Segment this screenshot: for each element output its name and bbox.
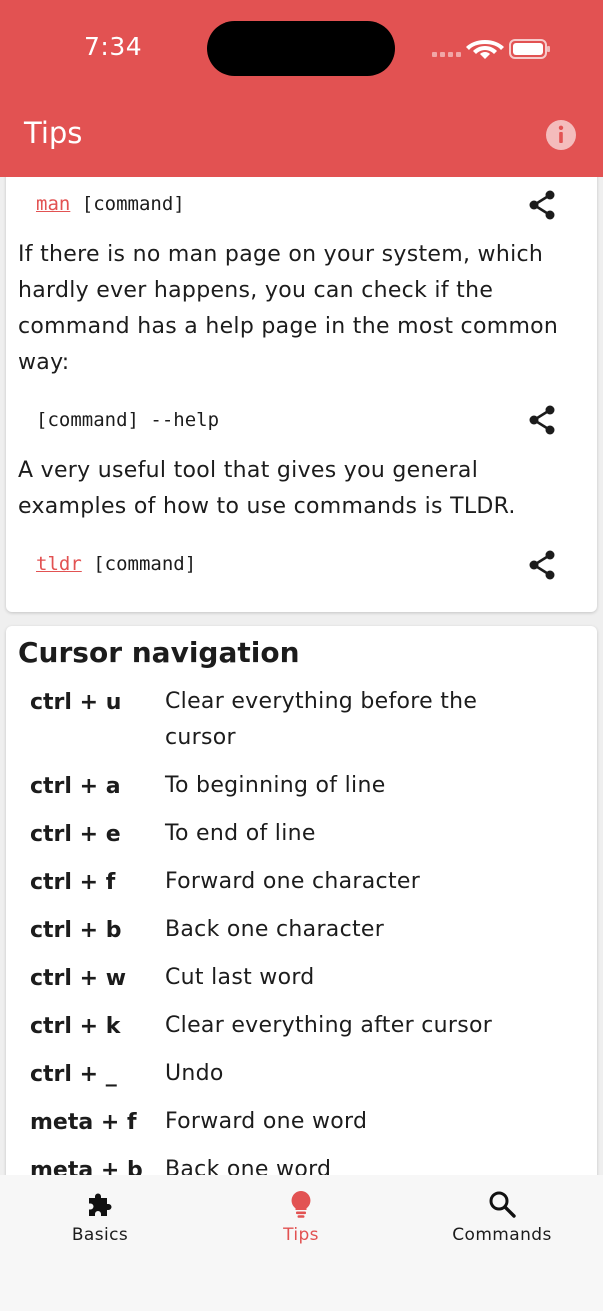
content-scroll[interactable]: man [command] If there is no man page on…	[0, 177, 603, 1175]
battery-icon	[509, 39, 550, 59]
share-icon[interactable]	[526, 189, 558, 221]
signal-icon	[432, 52, 461, 57]
shortcut-description: Clear everything before the cursor	[165, 689, 478, 750]
shortcut-key: meta + f	[30, 1110, 137, 1135]
shortcut-key: ctrl + b	[30, 918, 122, 943]
nav-item-basics[interactable]: Basics	[30, 1189, 170, 1245]
shortcut-key: ctrl + u	[30, 690, 122, 715]
search-icon	[489, 1191, 516, 1218]
wifi-icon	[466, 40, 504, 59]
shortcut-description: Back one character	[165, 917, 385, 942]
man-command-arg: [command]	[81, 193, 185, 215]
app-bar: 7:34 Tips	[0, 0, 603, 177]
help-card: man [command] If there is no man page on…	[6, 177, 597, 612]
shortcut-key: ctrl + a	[30, 774, 121, 799]
shortcut-description: To beginning of line	[165, 773, 386, 798]
tldr-command: tldr [command]	[36, 553, 196, 575]
shortcut-description: Clear everything after cursor	[165, 1013, 493, 1038]
page-title: Tips	[24, 116, 83, 150]
shortcut-key: ctrl + w	[30, 966, 127, 991]
lightbulb-icon	[291, 1191, 311, 1218]
shortcut-description: Forward one word	[165, 1109, 368, 1134]
info-icon[interactable]	[545, 119, 577, 151]
status-icons	[432, 39, 550, 59]
shortcut-key: meta + b	[30, 1158, 143, 1175]
shortcut-key: ctrl + f	[30, 870, 116, 895]
section-title: Cursor navigation	[18, 636, 300, 669]
man-link[interactable]: man	[36, 193, 70, 215]
puzzle-icon	[89, 1193, 112, 1216]
shortcut-key: ctrl + k	[30, 1014, 121, 1039]
help-paragraph: If there is no man page on your system, …	[18, 242, 559, 375]
tldr-paragraph: A very useful tool that gives you genera…	[18, 458, 516, 519]
shortcut-description: Undo	[165, 1061, 224, 1086]
help-command: [command] --help	[36, 409, 220, 431]
share-icon[interactable]	[526, 549, 558, 581]
shortcut-description: Back one word	[165, 1157, 332, 1175]
cursor-navigation-card: Cursor navigation ctrl + u Clear everyth…	[6, 626, 597, 1175]
nav-label: Commands	[452, 1225, 552, 1245]
nav-item-commands[interactable]: Commands	[432, 1189, 572, 1245]
nav-label: Tips	[283, 1225, 319, 1245]
shortcut-key: ctrl + e	[30, 822, 121, 847]
shortcut-key: ctrl + _	[30, 1062, 117, 1087]
shortcut-description: To end of line	[165, 821, 316, 846]
share-icon[interactable]	[526, 404, 558, 436]
nav-label: Basics	[71, 1225, 129, 1245]
tldr-command-arg: [command]	[93, 553, 197, 575]
tldr-link[interactable]: tldr	[36, 553, 82, 575]
shortcut-description: Cut last word	[165, 965, 315, 990]
shortcut-description: Forward one character	[165, 869, 421, 894]
nav-item-tips[interactable]: Tips	[231, 1189, 371, 1245]
status-time: 7:34	[84, 32, 143, 61]
man-command: man [command]	[36, 193, 185, 215]
dynamic-island	[207, 21, 395, 76]
bottom-navigation: Basics Tips Commands	[0, 1175, 603, 1311]
